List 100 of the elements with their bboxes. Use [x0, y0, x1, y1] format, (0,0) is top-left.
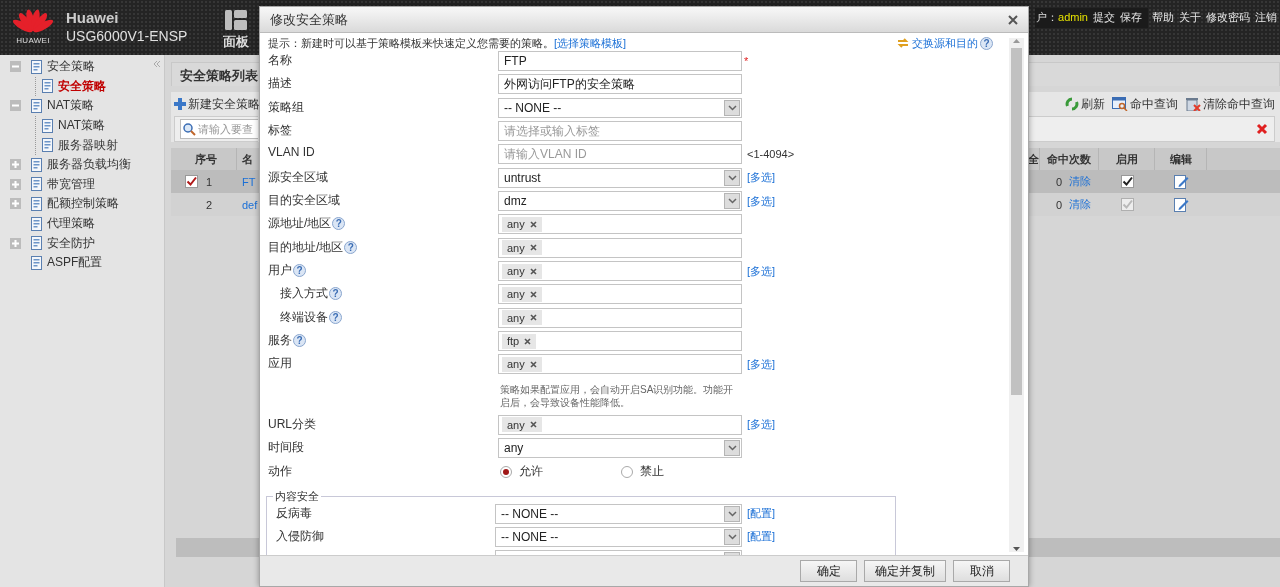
- tag-field[interactable]: any: [498, 284, 742, 305]
- document-icon: [29, 254, 45, 271]
- template-link[interactable]: [选择策略模板]: [554, 35, 627, 51]
- checkbox[interactable]: [1120, 175, 1134, 188]
- help-icon[interactable]: ?: [329, 310, 342, 324]
- checkbox[interactable]: [185, 175, 198, 188]
- tag-field[interactable]: any: [498, 414, 742, 435]
- tree-item[interactable]: 服务器映射: [58, 136, 118, 154]
- header-link[interactable]: 注销: [1255, 10, 1277, 25]
- multi-select-link[interactable]: [多选]: [747, 263, 776, 279]
- header-link[interactable]: 帮助: [1152, 10, 1174, 25]
- dashboard-label[interactable]: 面板: [223, 33, 250, 51]
- multi-select-link[interactable]: [多选]: [747, 170, 776, 186]
- help-icon[interactable]: ?: [980, 36, 993, 50]
- help-icon[interactable]: ?: [293, 264, 306, 278]
- scroll-up-icon[interactable]: [1012, 38, 1021, 44]
- tree-item[interactable]: 带宽管理: [47, 175, 95, 193]
- help-icon[interactable]: ?: [344, 240, 358, 254]
- tag-field[interactable]: any: [498, 354, 742, 375]
- tag-field[interactable]: ftp: [498, 331, 742, 352]
- tag-chip[interactable]: any: [502, 263, 542, 279]
- dialog-button[interactable]: 取消: [953, 560, 1010, 582]
- toolbar-button[interactable]: 清除命中查询: [1185, 95, 1275, 113]
- required-mark: *: [743, 54, 750, 69]
- header-link[interactable]: 关于: [1179, 10, 1201, 25]
- remove-icon[interactable]: [529, 220, 537, 228]
- tree-item[interactable]: ASPF配置: [47, 254, 103, 272]
- close-icon[interactable]: [1008, 14, 1018, 25]
- remove-icon[interactable]: [524, 337, 532, 345]
- text-field[interactable]: 请选择或输入标签: [498, 121, 742, 142]
- tree-item[interactable]: NAT策略: [47, 97, 95, 115]
- remove-icon[interactable]: [529, 360, 537, 368]
- option-label[interactable]: 允许: [519, 463, 543, 480]
- scrollbar[interactable]: [1009, 38, 1024, 552]
- tag-field[interactable]: any: [498, 307, 742, 328]
- dropdown-field[interactable]: -- NONE --: [498, 97, 742, 118]
- text-field[interactable]: 外网访问FTP的安全策略: [498, 74, 742, 95]
- tag-chip[interactable]: any: [502, 310, 542, 326]
- new-policy-button[interactable]: 新建安全策略: [174, 95, 260, 113]
- swap-link[interactable]: 交换源和目的: [912, 35, 978, 51]
- multi-select-link[interactable]: [配置]: [747, 529, 776, 545]
- tag-chip[interactable]: any: [502, 356, 542, 372]
- help-icon[interactable]: ?: [332, 217, 346, 231]
- trash-icon[interactable]: [1185, 97, 1201, 111]
- remove-icon[interactable]: [529, 314, 537, 322]
- header-link[interactable]: 修改密码: [1206, 10, 1250, 25]
- header-link[interactable]: 保存: [1120, 10, 1142, 25]
- table-cell: 0: [1055, 198, 1062, 211]
- dropdown-field[interactable]: -- NONE --: [495, 526, 742, 547]
- tree-item[interactable]: 配额控制策略: [47, 195, 119, 213]
- dropdown-field[interactable]: any: [498, 438, 742, 459]
- swap-arrows-icon[interactable]: [896, 37, 910, 49]
- scroll-down-icon[interactable]: [1012, 546, 1021, 552]
- tree-item[interactable]: NAT策略: [58, 117, 106, 135]
- tag-chip[interactable]: any: [502, 286, 542, 302]
- remove-icon[interactable]: [529, 421, 537, 429]
- tree-item[interactable]: 安全策略: [47, 58, 95, 76]
- remove-icon[interactable]: [529, 267, 537, 275]
- toolbar-button[interactable]: 刷新: [1065, 95, 1105, 113]
- text-field[interactable]: 请输入VLAN ID: [498, 144, 742, 165]
- text-field[interactable]: FTP: [498, 51, 742, 71]
- dropdown-field[interactable]: untrust: [498, 167, 742, 188]
- window-search-icon[interactable]: [1112, 97, 1128, 111]
- help-icon[interactable]: ?: [329, 287, 342, 301]
- tree-item[interactable]: 安全策略: [58, 77, 106, 95]
- header-link[interactable]: 提交: [1093, 10, 1115, 25]
- refresh-icon[interactable]: [1065, 97, 1079, 111]
- remove-icon[interactable]: [529, 290, 537, 298]
- tag-chip[interactable]: any: [502, 240, 542, 256]
- option-label[interactable]: 禁止: [640, 463, 664, 480]
- toolbar-button[interactable]: 命中查询: [1112, 95, 1178, 113]
- radio-button[interactable]: [621, 465, 633, 478]
- chevron-down-icon: [727, 198, 737, 205]
- tree-item[interactable]: 代理策略: [47, 215, 95, 233]
- multi-select-link[interactable]: [多选]: [747, 356, 776, 372]
- tag-field[interactable]: any: [498, 214, 742, 235]
- multi-select-link[interactable]: [多选]: [747, 417, 776, 433]
- search-placeholder: 请输入要查: [198, 121, 253, 137]
- table-cell: 2: [206, 198, 213, 211]
- tree-item[interactable]: 安全防护: [47, 234, 95, 252]
- dropdown-field[interactable]: -- NONE --: [495, 503, 742, 524]
- dialog-button[interactable]: 确定: [800, 560, 857, 582]
- radio-button[interactable]: [500, 465, 512, 478]
- tag-field[interactable]: any: [498, 261, 742, 282]
- dialog-button[interactable]: 确定并复制: [864, 560, 946, 582]
- tree-item[interactable]: 服务器负载均衡: [47, 156, 131, 174]
- multi-select-link[interactable]: [配置]: [747, 506, 776, 522]
- tag-chip[interactable]: ftp: [502, 333, 537, 349]
- remove-icon[interactable]: [529, 244, 537, 252]
- help-icon[interactable]: ?: [293, 334, 306, 348]
- column-header: 全: [1028, 151, 1039, 167]
- tag-chip[interactable]: any: [502, 216, 542, 232]
- multi-select-link[interactable]: [多选]: [747, 193, 776, 209]
- tag-field[interactable]: any: [498, 237, 742, 258]
- column-header: 命中次数: [1047, 151, 1091, 167]
- dropdown-field[interactable]: dmz: [498, 191, 742, 212]
- close-icon[interactable]: [1256, 123, 1268, 135]
- dashboard-icon[interactable]: [225, 10, 248, 30]
- edit-icon[interactable]: [1173, 173, 1189, 190]
- tag-chip[interactable]: any: [502, 417, 542, 433]
